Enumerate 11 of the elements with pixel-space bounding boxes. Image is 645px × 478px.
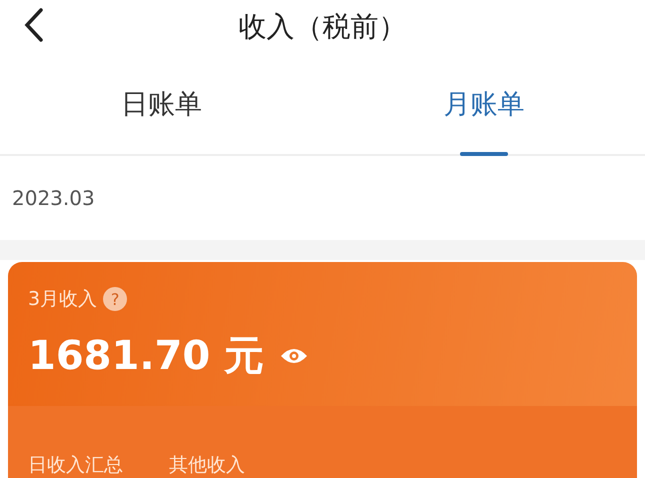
income-link[interactable]: 日收入汇总 (28, 452, 123, 478)
income-label: 3月收入 (28, 287, 98, 312)
income-link[interactable]: 其他收入 (169, 452, 245, 478)
page-title: 收入（税前） (238, 9, 406, 45)
period-label: 2023.03 (12, 186, 95, 210)
income-amount: 1681.70 元 (28, 332, 264, 381)
back-icon[interactable] (24, 8, 44, 42)
help-icon[interactable]: ? (103, 287, 128, 311)
tab[interactable]: 月账单 (322, 54, 645, 154)
tab[interactable]: 日账单 (0, 54, 322, 154)
eye-icon[interactable] (280, 346, 308, 364)
